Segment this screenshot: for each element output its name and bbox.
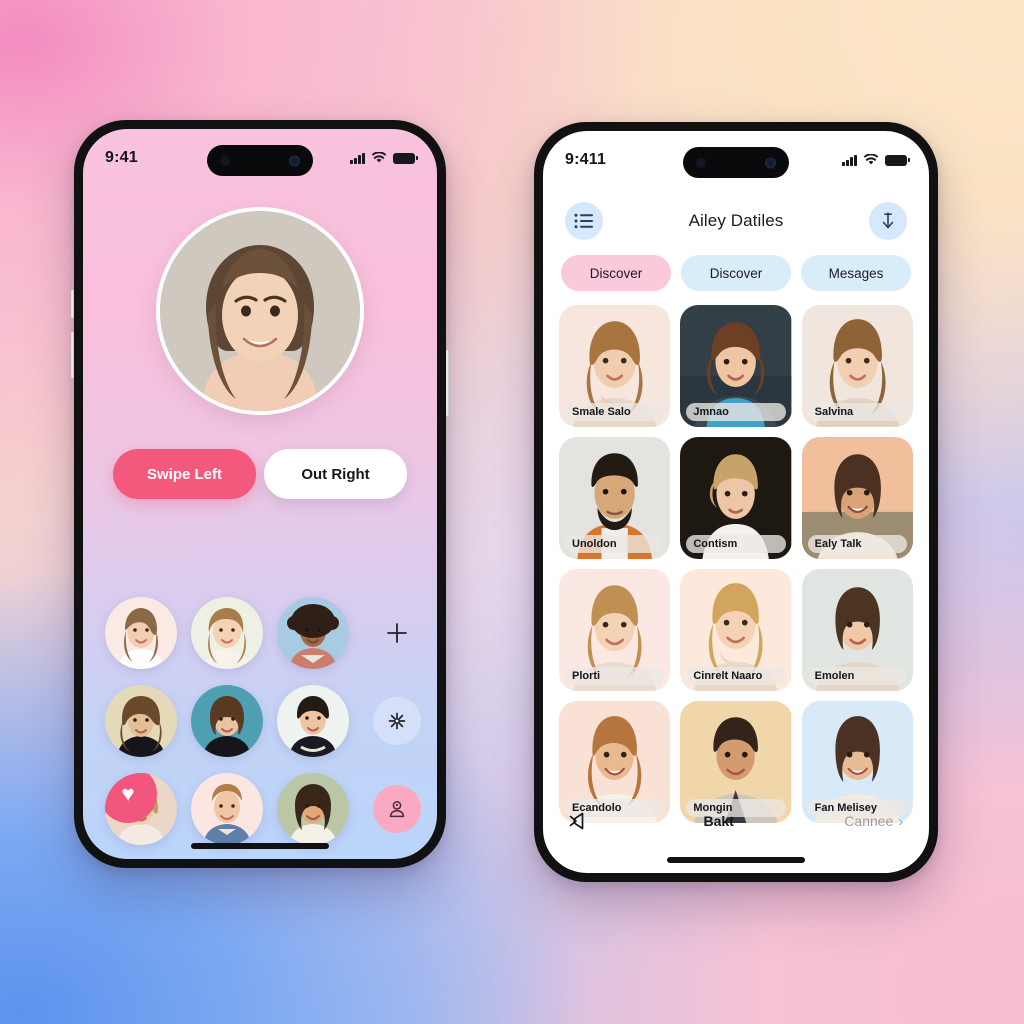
right-phone-device: 9:411 Ailey Datiles Discover Discover Me… [534,122,938,882]
home-indicator[interactable] [667,857,805,863]
left-phone-device: 9:41 Swipe Left Out Right ♥ [71,120,449,868]
avatar-photo-5 [191,685,263,757]
tab-bar: Discover Discover Mesages [561,255,911,291]
profile-card[interactable]: Unoldon [559,437,671,559]
profile-card-name: Cinrelt Naaro [686,667,786,685]
profile-card[interactable]: Cinrelt Naaro [680,569,792,691]
proximity-sensor-icon [765,157,776,168]
profile-card-grid: Smale Salo Jmnao Salvina Unoldon Contism… [559,305,913,823]
profile-card[interactable]: Smale Salo [559,305,671,427]
cellular-signal-icon [350,152,365,164]
download-arrow-icon [882,212,894,229]
avatar[interactable] [191,685,263,757]
profile-card-name: Unoldon [565,535,665,553]
avatar-photo-6 [277,685,349,757]
mute-speaker-icon [569,812,584,830]
profile-card-name: Salvina [807,403,907,421]
app-header: Ailey Datiles [543,193,929,249]
avatar[interactable] [277,773,349,845]
footer-next-link[interactable]: Cannee › [844,813,903,829]
profile-card[interactable]: Contism [680,437,792,559]
swipe-action-buttons: Swipe Left Out Right [113,449,407,499]
mute-button[interactable] [569,810,593,832]
avatar[interactable] [191,773,263,845]
sparkle-button[interactable] [373,697,421,745]
avatar[interactable] [191,597,263,669]
avatar-photo-3 [277,597,349,669]
profile-card-name: Contism [686,535,786,553]
power-button[interactable] [446,350,449,416]
add-button[interactable] [373,609,421,657]
avatar-photo-8 [191,773,263,845]
profile-card-name: Smale Salo [565,403,665,421]
right-status-icons [842,154,910,166]
left-status-icons [350,152,418,164]
swipe-left-button[interactable]: Swipe Left [113,449,256,499]
volume-down-button[interactable] [71,332,74,378]
avatar[interactable] [105,597,177,669]
volume-up-button[interactable] [71,290,74,318]
footer-center-label[interactable]: Bakt [703,813,733,829]
avatar-photo-9 [277,773,349,845]
left-phone-screen: 9:41 Swipe Left Out Right ♥ [83,129,437,859]
right-phone-screen: 9:411 Ailey Datiles Discover Discover Me… [543,131,929,873]
hero-avatar-container [83,207,437,415]
front-camera-icon [289,155,300,166]
profile-card[interactable]: Emolen [801,569,913,691]
dynamic-island [683,147,789,178]
profile-card-name: Jmnao [686,403,786,421]
avatar[interactable] [156,207,364,415]
tab-messages[interactable]: Mesages [801,255,911,291]
profile-button[interactable] [373,785,421,833]
download-button[interactable] [869,202,907,240]
bottom-bar: Bakt Cannee › [543,799,929,843]
chevron-right-icon: › [898,813,904,829]
plus-icon [387,623,407,643]
avatar-photo-1 [105,597,177,669]
avatar[interactable] [277,597,349,669]
profile-card[interactable]: Jmnao [680,305,792,427]
profile-card-name: Ealy Talk [807,535,907,553]
out-right-button[interactable]: Out Right [264,449,407,499]
avatar-photo-2 [191,597,263,669]
list-menu-icon [574,213,593,229]
dynamic-island [207,145,313,176]
wifi-icon [371,152,387,163]
proximity-sensor-icon [220,155,230,166]
footer-next-label: Cannee [844,813,894,829]
profile-card[interactable]: Ealy Talk [801,437,913,559]
battery-icon [393,152,418,164]
avatar[interactable]: ♥ [105,773,177,845]
cellular-signal-icon [842,154,857,166]
avatar[interactable] [105,685,177,757]
suggestions-row [105,597,421,669]
sparkle-icon [388,712,406,730]
person-icon [389,801,405,818]
avatar-photo-4 [105,685,177,757]
home-indicator[interactable] [191,843,329,849]
profile-card-name: Plorti [565,667,665,685]
battery-icon [885,154,910,166]
profile-card-name: Emolen [807,667,907,685]
right-status-time: 9:411 [565,151,607,168]
tab-discover-primary[interactable]: Discover [561,255,671,291]
suggestions-row [105,685,421,757]
suggestions-grid: ♥ [105,597,421,859]
tab-discover-secondary[interactable]: Discover [681,255,791,291]
suggestions-row: ♥ [105,773,421,845]
menu-button[interactable] [565,202,603,240]
front-camera-icon [696,157,706,168]
page-title: Ailey Datiles [688,211,784,230]
profile-card[interactable]: Salvina [801,305,913,427]
profile-card[interactable]: Plorti [559,569,671,691]
avatar[interactable] [277,685,349,757]
left-status-time: 9:41 [105,149,138,166]
wifi-icon [863,154,879,165]
profile-photo [160,211,360,411]
